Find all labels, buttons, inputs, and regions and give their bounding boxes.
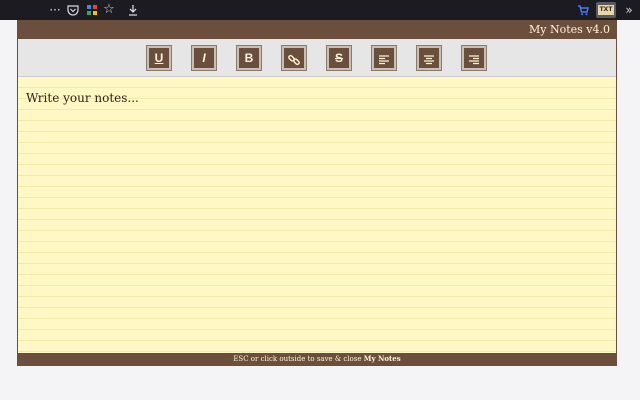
notes-textarea[interactable]	[18, 77, 616, 353]
notes-popup: My Notes v4.0 U I B S Write your notes..…	[17, 20, 617, 366]
underline-button[interactable]: U	[147, 46, 171, 70]
title-bar: My Notes v4.0	[18, 21, 616, 39]
extension-icon[interactable]	[85, 2, 99, 18]
browser-toolbar: ··· ☆ TXT »	[0, 0, 640, 20]
cart-icon[interactable]	[576, 2, 590, 18]
notes-extension-label: TXT	[598, 5, 614, 15]
strikethrough-button[interactable]: S	[327, 46, 351, 70]
link-button[interactable]	[282, 46, 306, 70]
align-center-icon	[424, 54, 434, 64]
align-left-icon	[379, 54, 389, 64]
footer-hint: ESC or click outside to save & close My …	[18, 353, 616, 365]
link-icon	[288, 54, 300, 65]
pocket-icon[interactable]	[66, 2, 80, 18]
download-icon[interactable]	[126, 2, 140, 18]
align-left-button[interactable]	[372, 46, 396, 70]
bold-icon: B	[244, 51, 254, 65]
italic-icon: I	[202, 51, 206, 65]
footer-hint-text: ESC or click outside to save & close	[233, 355, 364, 363]
format-toolbar: U I B S	[18, 39, 616, 77]
chevron-double-right-icon[interactable]: »	[622, 2, 636, 18]
popup-title: My Notes v4.0	[528, 23, 610, 36]
align-right-icon	[469, 54, 479, 64]
ellipsis-icon[interactable]: ···	[48, 2, 62, 18]
star-icon[interactable]: ☆	[102, 2, 116, 18]
my-notes-extension-button[interactable]: TXT	[596, 2, 616, 18]
strikethrough-icon: S	[334, 51, 343, 65]
bold-button[interactable]: B	[237, 46, 261, 70]
align-right-button[interactable]	[462, 46, 486, 70]
footer-app-name: My Notes	[363, 354, 401, 363]
align-center-button[interactable]	[417, 46, 441, 70]
underline-icon: U	[154, 51, 164, 65]
italic-button[interactable]: I	[192, 46, 216, 70]
